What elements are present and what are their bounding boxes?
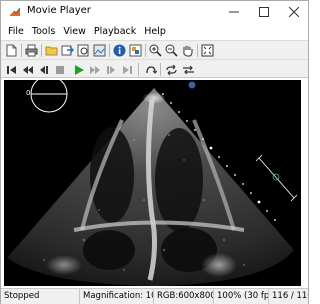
menu-bar: File Tools View Playback Help — [1, 23, 308, 40]
zoom-out-button[interactable] — [164, 43, 179, 58]
orientation-label: 0 — [26, 89, 30, 97]
step-back-button[interactable] — [36, 62, 51, 77]
export-button[interactable] — [60, 43, 75, 58]
new-button[interactable] — [4, 43, 19, 58]
fit-to-window-button[interactable] — [200, 43, 215, 58]
video-viewport: 0 — [1, 78, 308, 288]
minimize-button[interactable] — [219, 1, 249, 23]
open-button[interactable] — [44, 43, 59, 58]
info-button[interactable] — [112, 43, 127, 58]
frame-rate-readout: 100% (30 fps) — [213, 289, 268, 304]
frame-counter: 116 / 116 — [268, 289, 308, 304]
title-bar: Movie Player — [1, 1, 308, 23]
go-to-first-button[interactable] — [4, 62, 19, 77]
view-button[interactable] — [76, 43, 91, 58]
step-forward-button[interactable] — [103, 62, 118, 77]
forward-backward-button[interactable] — [181, 62, 196, 77]
image-tool-button[interactable] — [92, 43, 107, 58]
menu-help[interactable]: Help — [140, 26, 170, 37]
ultrasound-image: 0 — [7, 80, 298, 286]
fast-forward-icon — [89, 65, 100, 74]
playback-state: Stopped — [4, 291, 40, 301]
new-document-icon — [6, 44, 17, 57]
forward-backward-icon — [183, 65, 194, 74]
printer-icon — [25, 44, 38, 57]
maximize-icon — [259, 7, 269, 17]
first-frame-icon — [6, 65, 16, 74]
ultrasound-frame[interactable]: 0 — [4, 80, 301, 286]
maximize-button[interactable] — [249, 1, 279, 23]
menu-tools[interactable]: Tools — [28, 26, 59, 37]
status-bar: Stopped Magnification: 100% RGB:600x800 … — [1, 288, 308, 304]
view-image-icon — [77, 44, 89, 57]
rewind-button[interactable] — [20, 62, 35, 77]
jump-to-button[interactable] — [143, 62, 158, 77]
fast-forward-button[interactable] — [87, 62, 102, 77]
probe-marker — [188, 81, 196, 89]
menu-view[interactable]: View — [59, 26, 90, 37]
orientation-indicator: 0 — [26, 80, 68, 113]
print-button[interactable] — [24, 43, 39, 58]
menu-file[interactable]: File — [4, 26, 28, 37]
matlab-icon — [10, 7, 21, 16]
repeat-button[interactable] — [164, 62, 179, 77]
movie-player-window: Movie Player File Tools View Playback He… — [0, 0, 309, 304]
folder-open-icon — [45, 46, 58, 56]
stop-icon — [55, 65, 64, 74]
hand-pan-icon — [183, 46, 193, 57]
magnification-readout: Magnification: 100% — [79, 289, 153, 304]
colormap-button[interactable] — [128, 43, 143, 58]
close-icon — [289, 7, 299, 17]
info-icon — [113, 44, 126, 57]
close-button[interactable] — [279, 1, 309, 23]
image-type-readout: RGB:600x800 — [153, 289, 213, 304]
jump-to-icon — [145, 65, 157, 74]
last-frame-icon — [122, 65, 132, 74]
menu-playback[interactable]: Playback — [90, 26, 140, 37]
playback-toolbar — [1, 59, 308, 78]
repeat-icon — [166, 64, 177, 75]
main-toolbar — [1, 40, 308, 59]
export-icon — [61, 45, 74, 56]
measurement-marker — [255, 154, 298, 202]
play-icon — [74, 64, 84, 75]
zoom-out-icon — [165, 44, 178, 57]
zoom-in-button[interactable] — [148, 43, 163, 58]
colormap-icon — [129, 44, 142, 57]
fit-to-window-icon — [201, 44, 214, 57]
image-tool-icon — [93, 44, 106, 57]
rewind-icon — [22, 65, 33, 74]
zoom-in-icon — [149, 44, 162, 57]
step-forward-icon — [106, 65, 115, 74]
window-title: Movie Player — [27, 5, 91, 16]
minimize-icon — [229, 11, 239, 13]
step-back-icon — [39, 65, 48, 74]
go-to-last-button[interactable] — [119, 62, 134, 77]
play-button[interactable] — [71, 62, 86, 77]
stop-button[interactable] — [52, 62, 67, 77]
pan-button[interactable] — [180, 43, 195, 58]
